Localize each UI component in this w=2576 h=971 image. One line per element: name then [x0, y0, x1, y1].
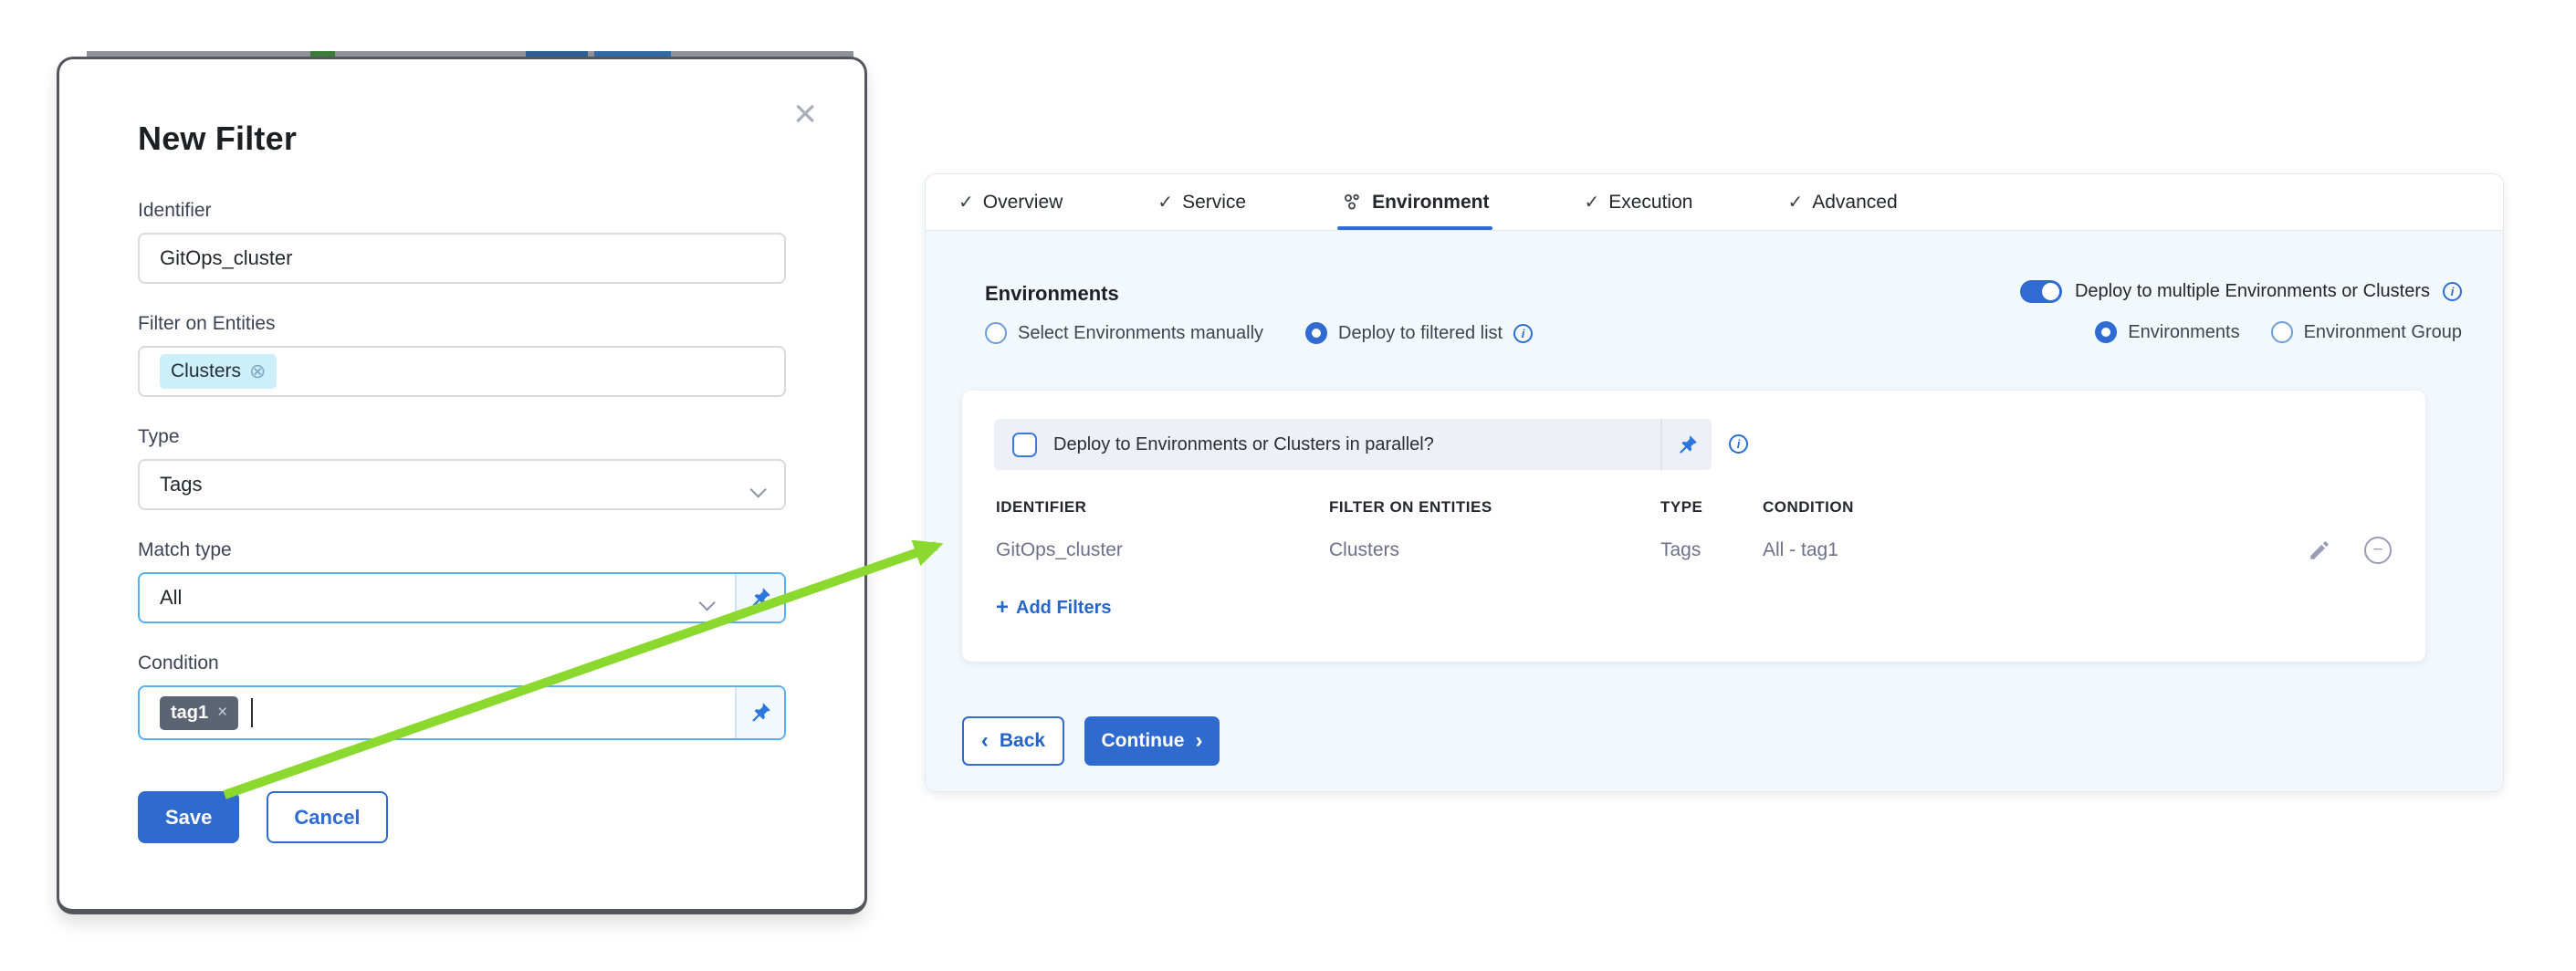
radio-deploy-filtered[interactable]: Deploy to filtered list i [1305, 322, 1533, 344]
clusters-chip[interactable]: Clusters ⊗ [160, 354, 277, 389]
continue-label: Continue [1102, 730, 1185, 752]
environment-tab-content: Environments Select Environments manuall… [926, 231, 2503, 791]
chevron-left-icon: ‹ [981, 730, 989, 752]
identifier-label: Identifier [138, 200, 786, 222]
add-filters-label: Add Filters [1016, 598, 1111, 619]
edit-filter-button[interactable] [2306, 537, 2333, 564]
radio-icon[interactable] [985, 322, 1007, 344]
parallel-checkbox-label: Deploy to Environments or Clusters in pa… [1053, 434, 1660, 455]
radio-environment-group[interactable]: Environment Group [2271, 321, 2462, 343]
chevron-right-icon: › [1195, 730, 1202, 752]
tab-label: Service [1182, 192, 1246, 214]
tab-service[interactable]: ✓ Service [1157, 191, 1246, 214]
back-button[interactable]: ‹ Back [962, 716, 1064, 766]
wizard-footer: ‹ Back Continue › [962, 716, 1220, 766]
radio-label: Environments [2128, 322, 2239, 343]
identifier-value: GitOps_cluster [160, 246, 293, 270]
info-icon[interactable]: i [2443, 282, 2462, 301]
col-header-filter-on-entities: FILTER ON ENTITIES [1329, 498, 1492, 517]
tab-label: Execution [1608, 192, 1692, 214]
tab-execution[interactable]: ✓ Execution [1584, 191, 1692, 214]
tab-label: Overview [983, 192, 1063, 214]
tab-overview[interactable]: ✓ Overview [958, 191, 1063, 214]
pin-icon[interactable] [735, 687, 784, 738]
info-icon[interactable]: i [1513, 324, 1533, 343]
check-icon: ✓ [1584, 191, 1599, 214]
chevron-down-icon [750, 479, 762, 503]
tab-advanced[interactable]: ✓ Advanced [1787, 191, 1897, 214]
row-identifier: GitOps_cluster [996, 539, 1123, 561]
col-header-identifier: IDENTIFIER [996, 498, 1086, 517]
col-header-condition: CONDITION [1763, 498, 1854, 517]
type-value: Tags [160, 473, 202, 496]
environment-scope-radios: Environments Environment Group [2095, 321, 2462, 343]
stage-tabbar: ✓ Overview ✓ Service Environment ✓ Execu… [926, 174, 2503, 231]
plus-icon: + [996, 595, 1009, 621]
continue-button[interactable]: Continue › [1084, 716, 1220, 766]
new-filter-modal: × New Filter Identifier GitOps_cluster F… [57, 57, 867, 914]
pencil-icon [2308, 538, 2331, 562]
pin-icon[interactable] [1660, 419, 1712, 470]
modal-title: New Filter [138, 120, 786, 158]
identifier-input[interactable]: GitOps_cluster [138, 233, 786, 284]
environment-icon [1341, 192, 1363, 214]
save-button[interactable]: Save [138, 791, 239, 843]
check-icon: ✓ [958, 191, 974, 214]
match-type-label: Match type [138, 539, 786, 561]
multi-deploy-options: Deploy to multiple Environments or Clust… [2020, 280, 2462, 343]
chip-remove-icon[interactable]: ⊗ [249, 360, 266, 383]
col-header-type: TYPE [1660, 498, 1702, 517]
tab-label: Advanced [1812, 192, 1897, 214]
tab-environment[interactable]: Environment [1341, 192, 1489, 214]
match-type-value: All [160, 586, 182, 610]
tag1-chip[interactable]: tag1 × [160, 696, 238, 730]
filters-card: Deploy to Environments or Clusters in pa… [962, 391, 2425, 662]
condition-input[interactable]: tag1 × [138, 685, 786, 740]
text-cursor [251, 698, 253, 727]
radio-label: Deploy to filtered list [1338, 323, 1503, 344]
radio-label: Environment Group [2304, 322, 2462, 343]
type-label: Type [138, 426, 786, 448]
minus-circle-icon: − [2364, 537, 2392, 564]
pipeline-stage-panel: ✓ Overview ✓ Service Environment ✓ Execu… [925, 173, 2504, 792]
radio-select-manually[interactable]: Select Environments manually [985, 322, 1263, 344]
radio-label: Select Environments manually [1018, 323, 1263, 344]
environments-heading: Environments [985, 282, 1119, 306]
add-filters-button[interactable]: + Add Filters [996, 595, 1111, 621]
entities-label: Filter on Entities [138, 313, 786, 335]
deploy-multiple-toggle[interactable] [2020, 280, 2062, 303]
cancel-button[interactable]: Cancel [267, 791, 387, 843]
close-icon[interactable]: × [793, 94, 817, 134]
parallel-checkbox[interactable] [1012, 433, 1037, 457]
info-icon[interactable]: i [1729, 434, 1748, 454]
condition-label: Condition [138, 653, 786, 674]
radio-icon-selected[interactable] [2095, 321, 2117, 343]
pin-icon[interactable] [735, 574, 784, 621]
back-label: Back [1000, 730, 1045, 752]
remove-filter-button[interactable]: − [2364, 537, 2392, 564]
parallel-deploy-bar: Deploy to Environments or Clusters in pa… [994, 419, 1712, 470]
row-filter-on-entities: Clusters [1329, 539, 1399, 561]
match-type-select[interactable]: All [138, 572, 786, 623]
multi-deploy-toggle-row: Deploy to multiple Environments or Clust… [2020, 280, 2462, 303]
clusters-chip-label: Clusters [171, 360, 241, 382]
entities-input[interactable]: Clusters ⊗ [138, 346, 786, 397]
page: × New Filter Identifier GitOps_cluster F… [0, 0, 2576, 971]
radio-environments[interactable]: Environments [2095, 321, 2239, 343]
toggle-label: Deploy to multiple Environments or Clust… [2075, 281, 2430, 302]
check-icon: ✓ [1157, 191, 1173, 214]
check-icon: ✓ [1787, 191, 1803, 214]
type-select[interactable]: Tags [138, 459, 786, 510]
tag1-chip-label: tag1 [171, 703, 208, 724]
chip-remove-icon[interactable]: × [217, 703, 227, 723]
radio-icon-selected[interactable] [1305, 322, 1327, 344]
row-type: Tags [1660, 539, 1701, 561]
row-condition: All - tag1 [1763, 539, 1838, 561]
toggle-knob [2042, 283, 2059, 300]
chevron-down-icon [699, 592, 711, 616]
radio-icon[interactable] [2271, 321, 2293, 343]
environment-mode-radios: Select Environments manually Deploy to f… [985, 322, 1533, 344]
tab-label: Environment [1372, 192, 1489, 214]
